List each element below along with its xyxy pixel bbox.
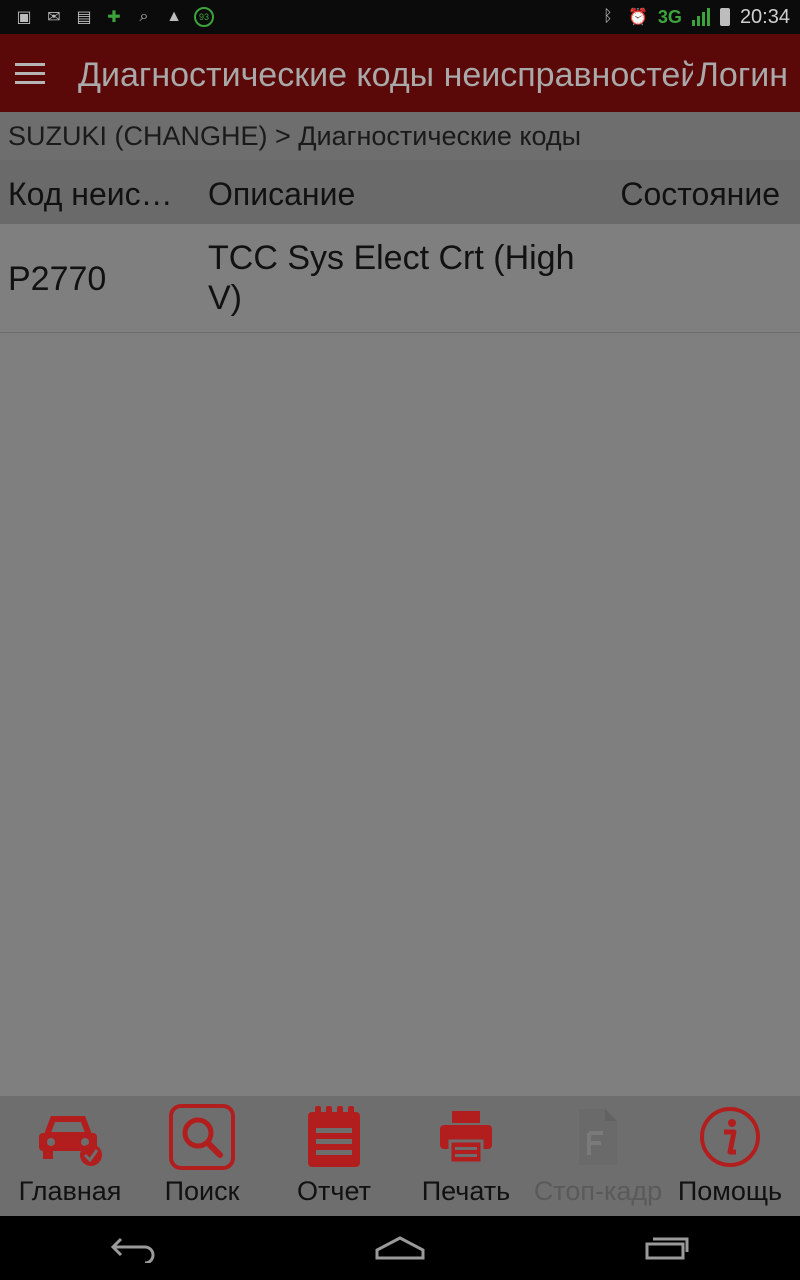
warning-icon: ▲ <box>166 8 182 25</box>
back-button[interactable] <box>103 1228 163 1268</box>
back-icon <box>111 1237 155 1263</box>
report-button[interactable]: Отчет <box>270 1096 398 1216</box>
car-home-icon <box>39 1116 102 1166</box>
bluetooth-icon: ᛒ <box>603 8 613 25</box>
search-icon <box>169 1104 235 1170</box>
network-indicator: 3G <box>657 6 682 27</box>
menu-icon[interactable] <box>0 34 60 112</box>
help-button[interactable]: Помощь <box>666 1096 794 1216</box>
bottom-toolbar: Главная Поиск Отчет Печать Стоп-кадр Пом… <box>0 1096 800 1216</box>
freeze-frame-icon <box>579 1109 617 1165</box>
home-button[interactable]: Главная <box>6 1096 134 1216</box>
login-button[interactable]: Логин <box>692 56 788 95</box>
home-label: Главная <box>18 1176 122 1206</box>
report-label: Отчет <box>297 1176 371 1206</box>
recents-button[interactable] <box>637 1228 697 1268</box>
clock: 20:34 <box>739 5 790 28</box>
report-icon <box>308 1106 360 1167</box>
table-header: Код неисправности Описание Состояние <box>0 160 800 224</box>
badge-93-icon: 93 <box>194 7 214 27</box>
table-row[interactable]: P2770 TCC Sys Elect Crt (High V) <box>0 224 800 333</box>
column-header-description[interactable]: Описание <box>208 176 355 213</box>
page-title: Диагностические коды неисправностей <box>78 56 700 94</box>
alarm-icon: ⏰ <box>627 9 648 26</box>
search-icon: ⌕ <box>139 8 149 25</box>
breadcrumb: SUZUKI (CHANGHE) > Диагностические коды <box>0 112 800 160</box>
dtc-description: TCC Sys Elect Crt (High V) <box>208 239 575 317</box>
sms-icon: ✉ <box>47 9 61 26</box>
home-nav-button[interactable] <box>370 1228 430 1268</box>
image-icon: ▣ <box>16 9 32 26</box>
signal-icon <box>691 8 710 26</box>
help-label: Помощь <box>677 1176 783 1206</box>
dtc-code: P2770 <box>8 260 107 298</box>
help-icon <box>700 1107 760 1167</box>
home-icon <box>375 1236 425 1260</box>
chat-icon: ▤ <box>76 9 92 26</box>
print-label: Печать <box>421 1176 511 1206</box>
battery-icon <box>719 8 730 26</box>
column-header-state[interactable]: Состояние <box>620 176 780 213</box>
search-label: Поиск <box>164 1176 240 1206</box>
app-bar: Диагностические коды неисправностей Логи… <box>0 34 800 114</box>
navigation-bar <box>0 1216 800 1280</box>
recents-icon <box>645 1237 689 1260</box>
status-bar: ▣ ✉ ▤ ✚ ⌕ ▲ 93 ᛒ ⏰ 3G 20:34 <box>0 0 800 34</box>
printer-icon <box>440 1111 492 1165</box>
print-button[interactable]: Печать <box>402 1096 530 1216</box>
search-button[interactable]: Поиск <box>138 1096 266 1216</box>
column-header-code[interactable]: Код неисправности <box>8 176 188 213</box>
freeze-frame-label: Стоп-кадр <box>533 1176 663 1206</box>
clover-icon: ✚ <box>107 9 121 26</box>
freeze-frame-button[interactable]: Стоп-кадр <box>534 1096 662 1216</box>
